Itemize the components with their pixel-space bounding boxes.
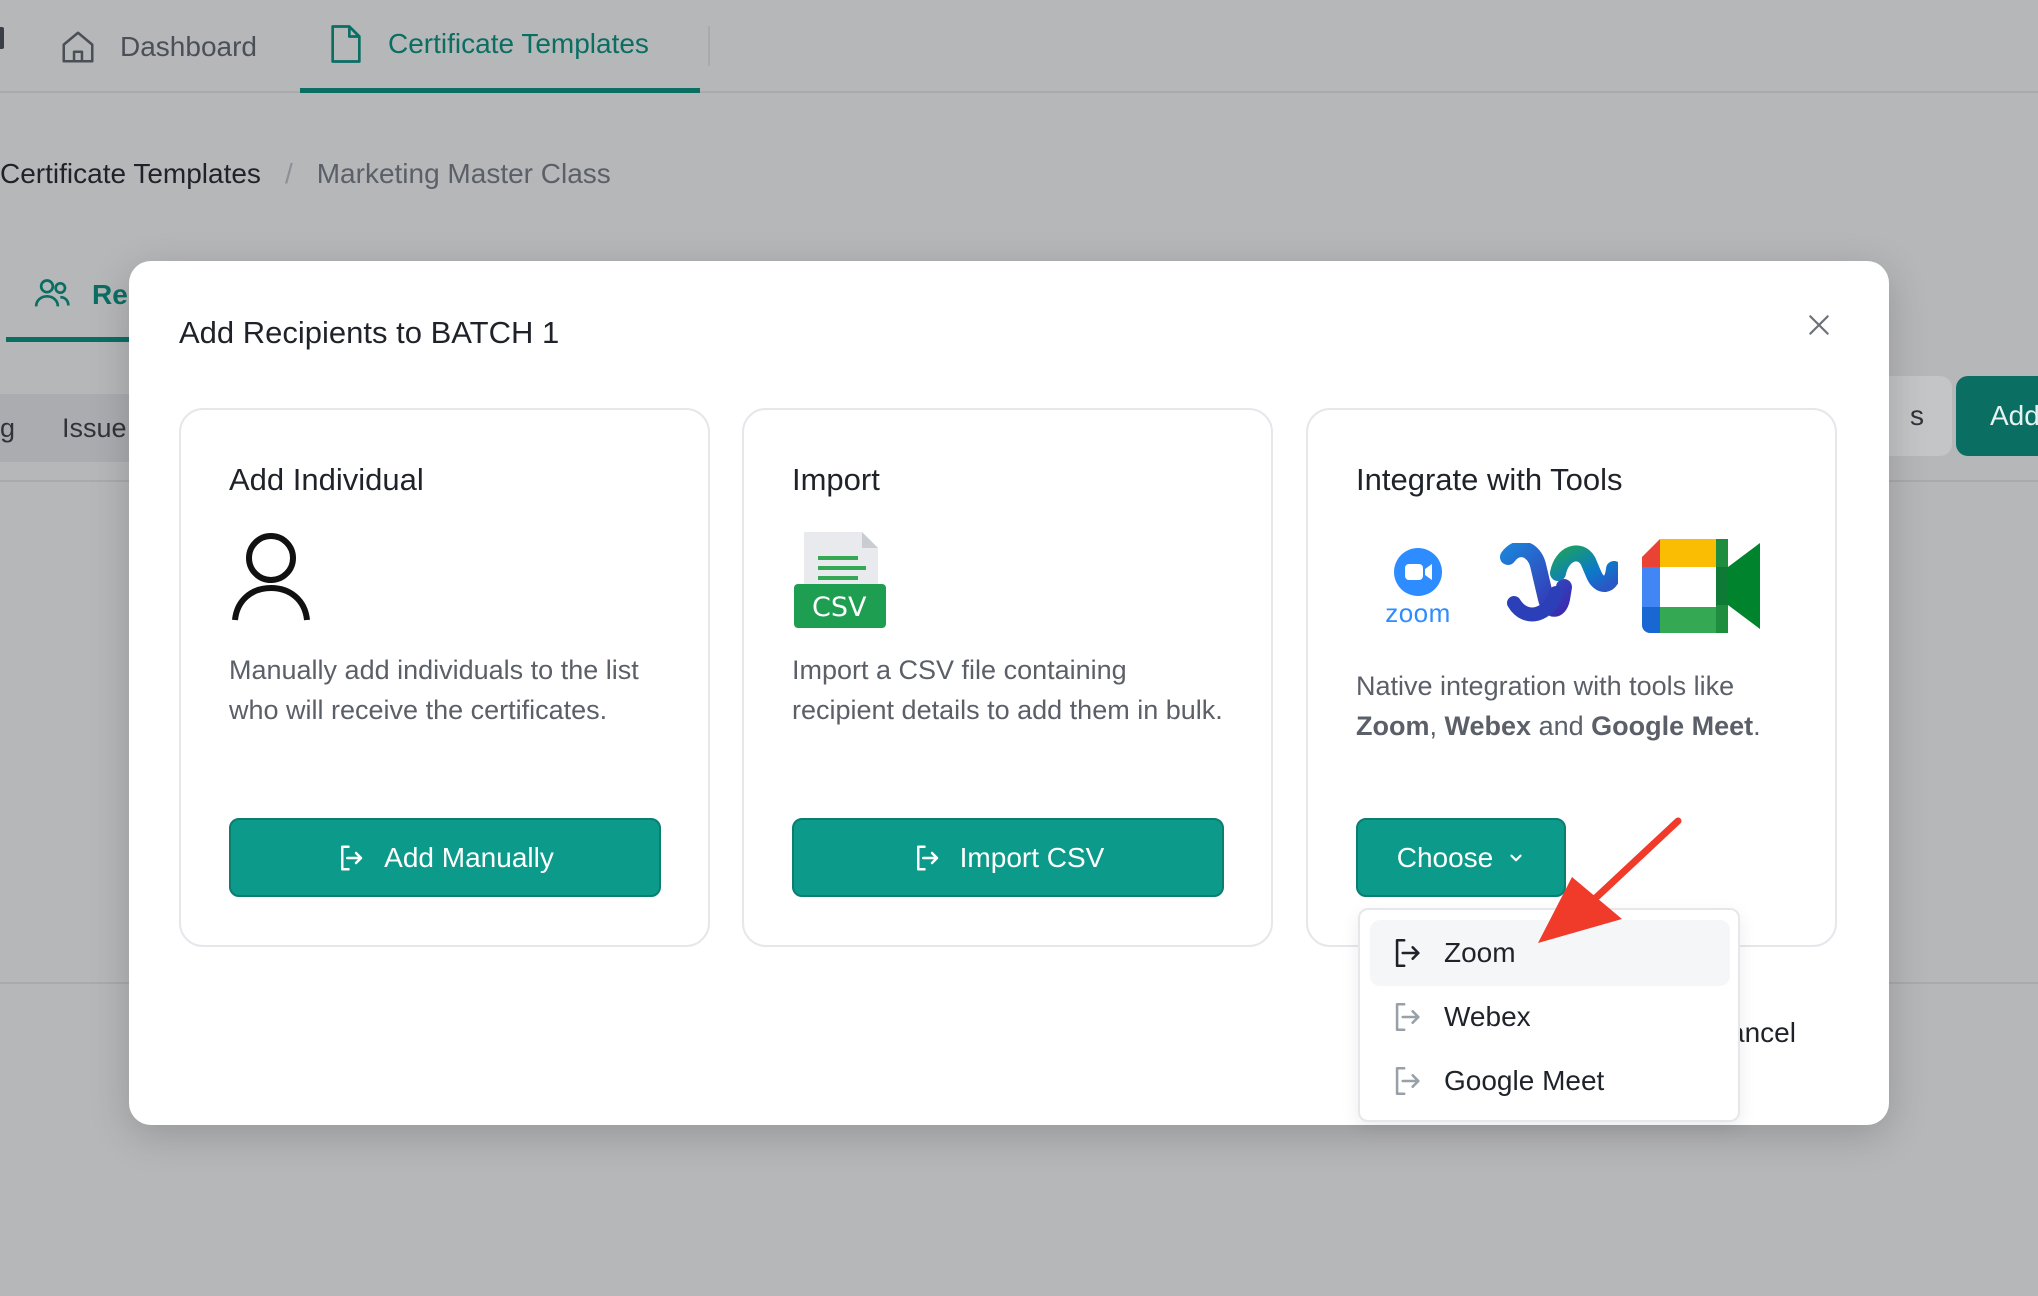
sign-in-icon — [1390, 936, 1424, 970]
document-icon — [326, 24, 366, 64]
add-button[interactable]: Add — [1956, 376, 2038, 456]
close-button[interactable] — [1801, 309, 1837, 345]
filter-fragment: g — [0, 412, 16, 443]
breadcrumb-separator: / — [284, 158, 293, 189]
description-tool-zoom: Zoom — [1356, 711, 1430, 741]
users-icon — [32, 273, 76, 317]
nav-item-dashboard[interactable]: Dashboard — [58, 0, 257, 93]
card-title: Integrate with Tools — [1356, 462, 1623, 497]
sign-in-icon — [336, 843, 366, 873]
sign-in-icon — [1390, 1000, 1424, 1034]
card-add-individual: Add Individual Manually add individuals … — [179, 408, 710, 947]
description-tool-google-meet: Google Meet — [1591, 711, 1754, 741]
card-description: Native integration with tools like Zoom,… — [1356, 666, 1806, 746]
sign-in-icon — [1390, 1064, 1424, 1098]
description-suffix: . — [1753, 711, 1761, 741]
nav-edge-fragment — [0, 22, 6, 54]
filter-issued[interactable]: Issue — [62, 413, 127, 444]
card-description: Manually add individuals to the list who… — [229, 655, 639, 725]
sign-in-icon — [912, 843, 942, 873]
dropdown-item-google-meet[interactable]: Google Meet — [1370, 1048, 1730, 1114]
add-manually-button[interactable]: Add Manually — [229, 818, 661, 897]
nav-item-label: Certificate Templates — [388, 28, 649, 59]
card-title: Add Individual — [229, 462, 424, 497]
csv-label: CSV — [812, 592, 867, 623]
dropdown-item-label: Google Meet — [1444, 1065, 1605, 1096]
description-tool-webex: Webex — [1444, 711, 1532, 741]
tool-logos: zoom — [1356, 534, 1760, 642]
card-description: Import a CSV file containing recipient d… — [792, 655, 1223, 725]
breadcrumb-current: Marketing Master Class — [316, 158, 611, 189]
modal-title: Add Recipients to BATCH 1 — [179, 315, 560, 350]
card-import: Import CSV Import a CSV file containing … — [742, 408, 1273, 947]
description-text: Native integration with tools like — [1356, 671, 1735, 701]
dropdown-item-label: Zoom — [1444, 937, 1516, 968]
tab-recipients[interactable]: Re — [6, 252, 136, 342]
csv-file-icon: CSV — [792, 530, 888, 635]
nav-divider — [708, 26, 710, 66]
annotation-arrow-icon — [1528, 815, 1704, 956]
description-separator: , — [1429, 711, 1445, 741]
breadcrumb: Certificate Templates / Marketing Master… — [0, 158, 611, 190]
zoom-logo: zoom — [1356, 534, 1480, 642]
nav-item-certificate-templates[interactable]: Certificate Templates — [300, 0, 700, 93]
dropdown-item-label: Webex — [1444, 1001, 1531, 1032]
top-navigation: Dashboard Certificate Templates — [0, 0, 2038, 93]
button-label: Add Manually — [384, 841, 554, 873]
dropdown-item-webex[interactable]: Webex — [1370, 984, 1730, 1050]
tab-label: Re — [92, 278, 128, 310]
chevron-down-icon — [1507, 849, 1525, 867]
user-icon — [229, 530, 313, 627]
description-separator: and — [1531, 711, 1592, 741]
google-meet-logo — [1642, 537, 1760, 640]
nav-item-label: Dashboard — [120, 30, 257, 62]
button-fragment: Add — [1990, 400, 2038, 431]
button-fragment: s — [1910, 400, 1924, 431]
button-label: Choose — [1396, 841, 1494, 873]
close-icon — [1806, 312, 1832, 343]
zoom-wordmark: zoom — [1385, 597, 1451, 628]
home-icon — [58, 27, 98, 67]
import-csv-button[interactable]: Import CSV — [792, 818, 1224, 897]
button-label: Import CSV — [959, 841, 1105, 873]
card-title: Import — [792, 462, 880, 497]
webex-logo — [1500, 540, 1622, 634]
breadcrumb-parent[interactable]: Certificate Templates — [0, 158, 261, 190]
